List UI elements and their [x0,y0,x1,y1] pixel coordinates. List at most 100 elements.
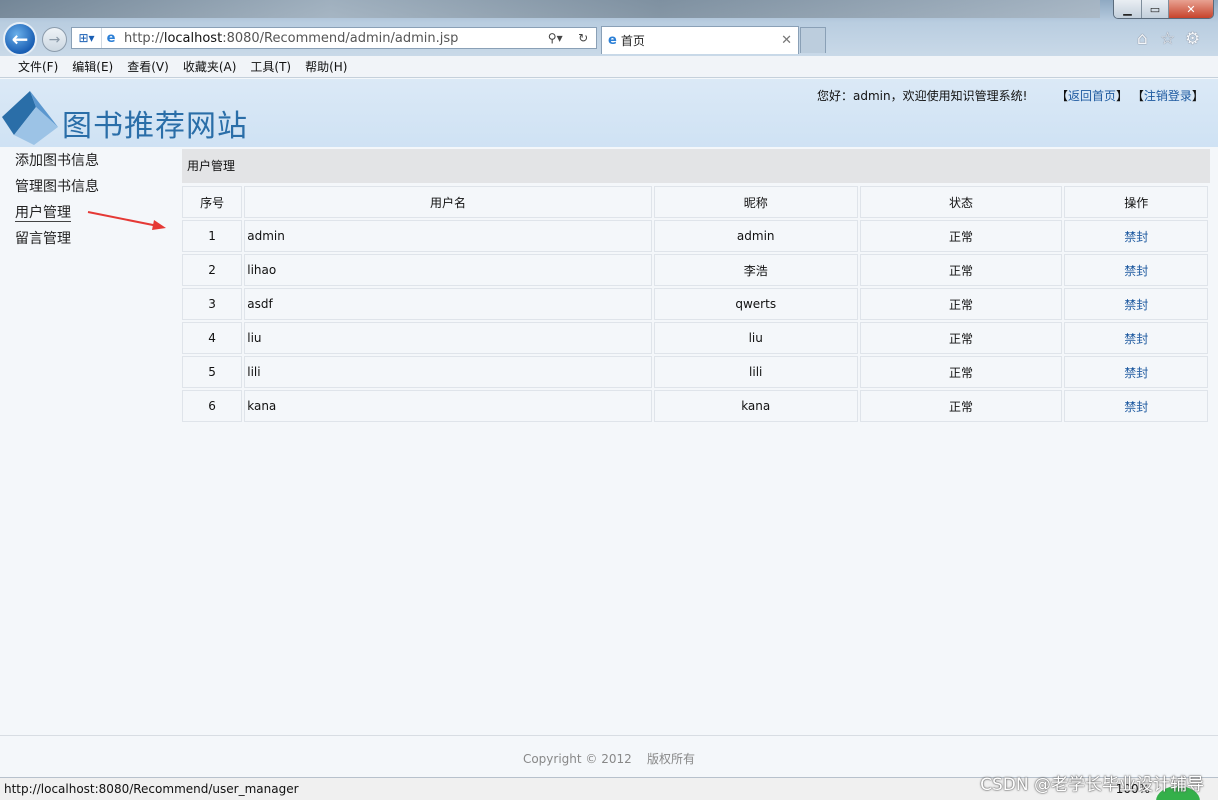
cell-nickname: qwerts [653,288,858,320]
address-bar[interactable]: ⊞▾ e http://localhost:8080/Recommend/adm… [71,27,597,49]
cell-nickname: kana [653,390,858,422]
back-button[interactable]: ← [3,22,37,56]
site-name: 图书推荐网站 [62,109,248,144]
cell-status: 正常 [859,356,1063,388]
url-path: :8080/Recommend/admin/admin.jsp [222,30,459,46]
sidebar-item-label: 管理图书信息 [15,179,99,195]
cell-status: 正常 [859,220,1063,252]
search-icon[interactable]: ⚲▾ [548,31,563,45]
welcome-text: 您好：admin，欢迎使用知识管理系统! [817,89,1028,103]
cell-username: lihao [244,254,652,286]
col-header-no: 序号 [182,186,243,218]
address-tools: ⚲▾ ↻ [540,31,596,45]
maximize-button[interactable]: ▭ [1141,0,1168,18]
sidebar-item-add-book[interactable]: 添加图书信息 [0,148,180,174]
close-window-button[interactable]: ✕ [1168,0,1213,18]
cell-action: 禁封 [1064,322,1208,354]
rights-text: 版权所有 [647,752,696,766]
bracket-open: 【 [1056,89,1069,103]
book-logo-icon [2,91,58,145]
cell-status: 正常 [859,254,1063,286]
title-bar-background [0,0,1100,18]
new-tab-button[interactable] [800,27,826,53]
close-tab-icon[interactable]: ✕ [781,33,798,48]
admin-sidebar: 添加图书信息 管理图书信息 用户管理 留言管理 [0,148,180,252]
menu-bar: 文件(F) 编辑(E) 查看(V) 收藏夹(A) 工具(T) 帮助(H) [0,56,1218,78]
bracket-close: 】 [1191,89,1204,103]
user-table: 序号 用户名 昵称 状态 操作 1 admin admin 正常 禁封 2 li… [180,184,1210,424]
cell-action: 禁封 [1064,220,1208,252]
menu-edit[interactable]: 编辑(E) [72,58,113,75]
ban-user-link[interactable]: 禁封 [1124,230,1148,244]
cell-status: 正常 [859,390,1063,422]
forward-arrow-icon: → [48,31,61,48]
header-links: 【返回首页】 【注销登录】 [1056,87,1204,104]
home-icon[interactable]: ⌂ [1137,29,1148,49]
table-header-row: 序号 用户名 昵称 状态 操作 [182,186,1208,218]
col-header-nickname: 昵称 [653,186,858,218]
cell-action: 禁封 [1064,254,1208,286]
menu-view[interactable]: 查看(V) [127,58,169,75]
cell-nickname: liu [653,322,858,354]
col-header-username: 用户名 [244,186,652,218]
ban-user-link[interactable]: 禁封 [1124,366,1148,380]
url-scheme: http:// [124,30,164,46]
cell-action: 禁封 [1064,288,1208,320]
cell-status: 正常 [859,322,1063,354]
panel-title: 用户管理 [182,149,1210,183]
cell-nickname: lili [653,356,858,388]
cell-status: 正常 [859,288,1063,320]
table-row: 3 asdf qwerts 正常 禁封 [182,288,1208,320]
home-link[interactable]: 返回首页 [1068,89,1116,103]
cell-action: 禁封 [1064,356,1208,388]
ban-user-link[interactable]: 禁封 [1124,332,1148,346]
ban-user-link[interactable]: 禁封 [1124,298,1148,312]
col-header-action: 操作 [1064,186,1208,218]
table-row: 5 lili lili 正常 禁封 [182,356,1208,388]
bracket-open: 【 [1131,89,1144,103]
cell-username: kana [244,390,652,422]
refresh-icon[interactable]: ↻ [578,31,588,45]
sidebar-item-label: 用户管理 [15,205,71,222]
cell-username: asdf [244,288,652,320]
cell-no: 5 [182,356,243,388]
table-row: 1 admin admin 正常 禁封 [182,220,1208,252]
ban-user-link[interactable]: 禁封 [1124,400,1148,414]
back-arrow-icon: ← [11,27,29,51]
cell-username: liu [244,322,652,354]
watermark-text: CSDN @老学长毕业设计辅导 [980,775,1204,795]
favorites-star-icon[interactable]: ☆ [1160,29,1175,49]
cell-no: 1 [182,220,243,252]
url-host: localhost [163,30,223,46]
ie-logo-icon: e [608,33,617,48]
minimize-button[interactable]: ▁ [1114,0,1141,18]
menu-favorites[interactable]: 收藏夹(A) [183,58,237,75]
annotation-arrow-icon [87,211,166,230]
sidebar-item-manage-books[interactable]: 管理图书信息 [0,174,180,200]
table-row: 2 lihao 李浩 正常 禁封 [182,254,1208,286]
cell-action: 禁封 [1064,390,1208,422]
sidebar-item-label: 添加图书信息 [15,153,99,169]
site-header: 图书推荐网站 您好：admin，欢迎使用知识管理系统! 【返回首页】 【注销登录… [0,79,1218,147]
cell-no: 2 [182,254,243,286]
bracket-close: 】 [1116,89,1129,103]
browser-tab-home[interactable]: e 首页 ✕ [601,26,799,54]
cell-nickname: admin [653,220,858,252]
cell-username: admin [244,220,652,252]
col-header-status: 状态 [859,186,1063,218]
tab-title: 首页 [620,34,645,48]
status-url: http://localhost:8080/Recommend/user_man… [4,782,299,796]
menu-file[interactable]: 文件(F) [18,58,58,75]
gear-icon[interactable]: ⚙ [1185,29,1200,49]
cell-username: lili [244,356,652,388]
compat-view-icon[interactable]: ⊞▾ [72,28,102,48]
forward-button[interactable]: → [42,27,67,52]
menu-help[interactable]: 帮助(H) [305,58,347,75]
table-row: 6 kana kana 正常 禁封 [182,390,1208,422]
ban-user-link[interactable]: 禁封 [1124,264,1148,278]
menu-tools[interactable]: 工具(T) [250,58,291,75]
logout-link[interactable]: 注销登录 [1144,89,1192,103]
address-url[interactable]: http://localhost:8080/Recommend/admin/ad… [120,31,540,46]
cell-no: 3 [182,288,243,320]
cell-nickname: 李浩 [653,254,858,286]
